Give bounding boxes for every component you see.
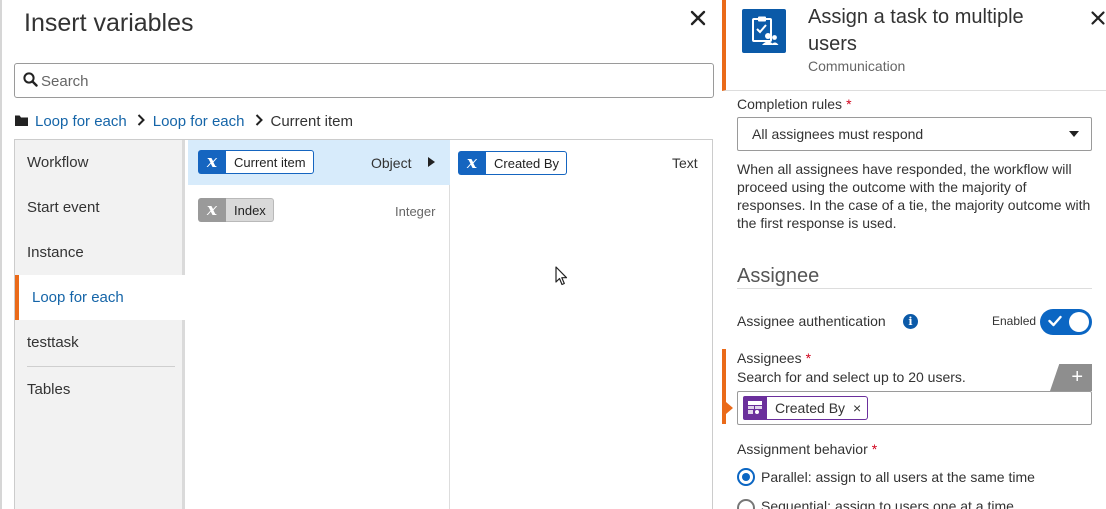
variable-row-index[interactable]: x Index Integer [188,185,450,230]
variable-icon: x [198,198,226,222]
category-tables[interactable]: Tables [15,367,185,412]
panel-body: Completion rules * All assignees must res… [722,92,1106,509]
insert-variables-dialog: Insert variables Loop for each Loop for … [0,0,722,509]
close-icon[interactable] [688,8,708,28]
variable-pill[interactable]: x Current item [198,150,314,174]
check-icon [1048,315,1062,327]
variable-icon: x [458,151,486,175]
variable-detail-list: x Created By Text [451,140,712,509]
breadcrumb: Loop for each Loop for each Current item [15,111,353,131]
chevron-right-icon [137,113,145,130]
add-variable-button[interactable]: + [1050,364,1092,391]
completion-rules-value: All assignees must respond [752,126,924,142]
toggle-knob [1069,312,1089,332]
radio-sequential-label[interactable]: Sequential: assign to users one at a tim… [761,498,1014,509]
search-input[interactable] [41,70,701,92]
chevron-down-icon [1069,131,1079,137]
breadcrumb-link-loop-2[interactable]: Loop for each [153,113,245,130]
panel-header: Assign a task to multiple users Communic… [722,0,1106,91]
variable-label: Index [226,198,274,222]
assignees-help: Search for and select up to 20 users. [737,369,966,385]
breadcrumb-link-loop-1[interactable]: Loop for each [35,113,127,130]
variable-label: Created By [486,151,568,175]
assignment-behavior-label: Assignment behavior * [737,441,877,457]
assignee-authentication-toggle[interactable] [1040,309,1092,335]
completion-rules-text: Completion rules [737,96,843,112]
validation-arrow-icon [726,402,733,414]
section-title-assignee: Assignee [737,265,820,287]
completion-rules-label: Completion rules * [737,96,852,112]
assign-task-icon [742,9,786,53]
required-mark: * [871,441,878,457]
category-list: Workflow Start event Instance Loop for e… [15,140,185,509]
variable-label: Current item [226,150,314,174]
section-divider [737,288,1092,289]
assignment-behavior-text: Assignment behavior [737,441,868,457]
assignees-label-text: Assignees [737,350,802,366]
radio-sequential[interactable] [737,499,755,509]
variable-row-created-by[interactable]: x Created By Text [451,140,712,185]
assignee-tag-label: Created By × [767,396,869,420]
folder-icon [15,113,28,130]
panel-title: Assign a task to multiple users [808,6,1024,55]
user-variable-icon [743,396,767,420]
remove-tag-icon[interactable]: × [853,400,861,416]
dialog-title: Insert variables [24,9,194,37]
completion-rules-help: When all assignees have responded, the w… [737,161,1091,231]
info-icon[interactable]: i [903,314,918,329]
radio-parallel-label[interactable]: Parallel: assign to all users at the sam… [761,469,1035,485]
category-workflow[interactable]: Workflow [15,140,185,185]
panel-subtitle: Communication [808,58,906,74]
chevron-right-icon[interactable] [428,157,435,167]
toggle-state-label: Enabled [992,314,1037,328]
variable-type: Text [672,155,698,171]
variable-type: Integer [395,204,436,219]
assignees-label: Assignees * [737,350,811,366]
assignee-authentication-label: Assignee authentication [737,313,886,329]
variable-row-current-item[interactable]: x Current item Object [188,140,450,185]
category-start-event[interactable]: Start event [15,185,185,230]
search-field[interactable] [14,63,714,98]
close-icon[interactable] [1090,10,1106,26]
category-instance[interactable]: Instance [15,230,185,275]
required-mark: * [805,350,812,366]
variable-pill[interactable]: x Created By [458,151,568,175]
variable-type: Object [371,155,412,171]
mouse-cursor-icon [555,266,569,291]
variable-list: x Current item Object x Index Integer [188,140,450,509]
category-testtask[interactable]: testtask [15,320,185,365]
variable-panels: Workflow Start event Instance Loop for e… [14,139,713,509]
required-mark: * [846,96,852,112]
search-icon [23,72,38,92]
breadcrumb-current: Current item [270,112,354,130]
assignee-tag-text: Created By [775,400,846,416]
completion-rules-select[interactable]: All assignees must respond [737,117,1092,151]
radio-parallel[interactable] [737,468,755,486]
action-config-panel: Assign a task to multiple users Communic… [722,0,1106,509]
variable-icon: x [198,150,226,174]
variable-pill[interactable]: x Index [198,198,274,222]
assignee-tag[interactable]: Created By × [743,396,869,420]
assignees-input[interactable]: Created By × [737,391,1092,425]
category-loop-for-each[interactable]: Loop for each [15,275,185,320]
chevron-right-icon [255,113,263,130]
